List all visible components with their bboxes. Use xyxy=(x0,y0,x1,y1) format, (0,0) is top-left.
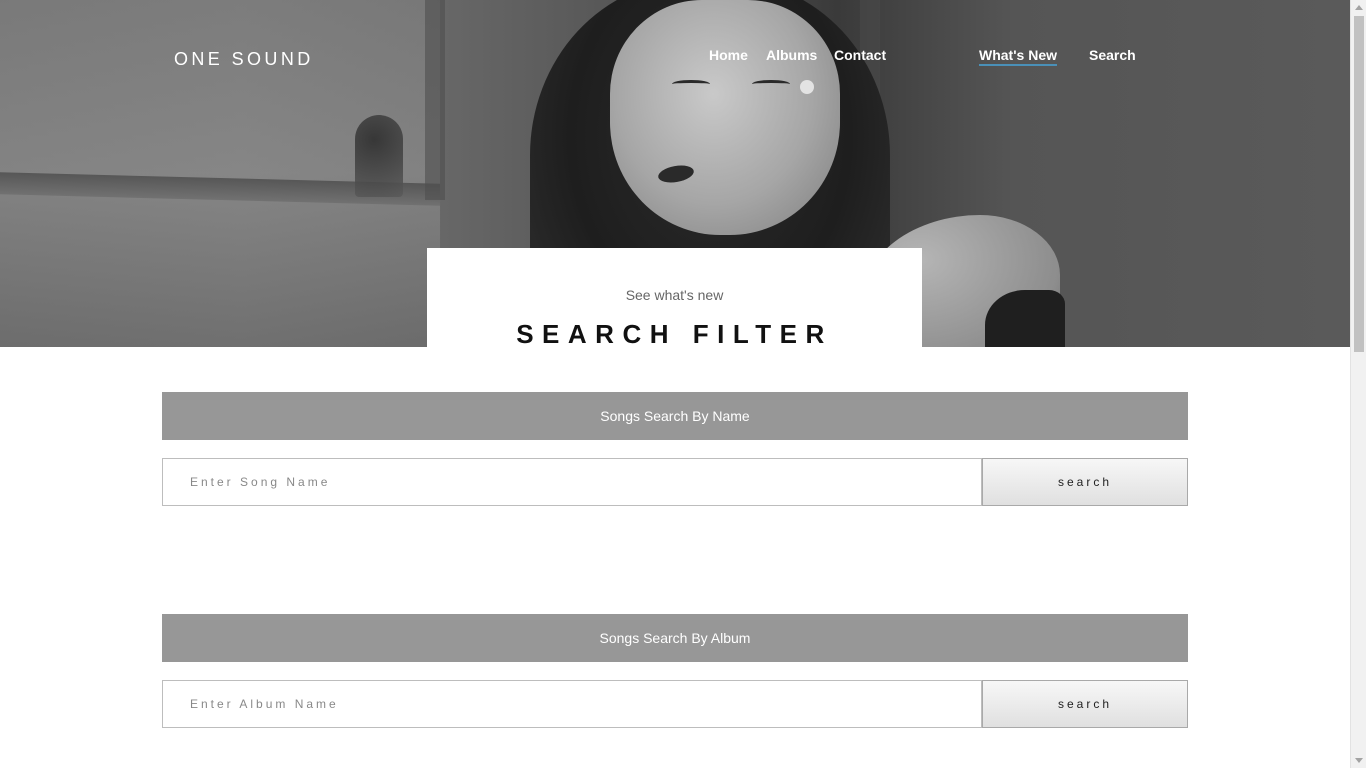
title-card: See what's new SEARCH FILTER xyxy=(427,248,922,349)
album-search-heading: Songs Search By Album xyxy=(162,614,1188,662)
song-search-heading: Songs Search By Name xyxy=(162,392,1188,440)
lamp-shape xyxy=(355,115,403,197)
song-search-button[interactable]: search xyxy=(982,458,1188,506)
nav-home[interactable]: Home xyxy=(709,47,748,63)
song-name-input[interactable] xyxy=(162,458,982,506)
scroll-down-icon[interactable] xyxy=(1355,758,1363,763)
page: ONE SOUND Home Albums Contact What's New… xyxy=(0,0,1350,768)
album-search-button[interactable]: search xyxy=(982,680,1188,728)
nav-whats-new[interactable]: What's New xyxy=(979,47,1058,66)
page-title: SEARCH FILTER xyxy=(516,319,833,349)
scroll-up-icon[interactable] xyxy=(1355,5,1363,10)
nav-contact[interactable]: Contact xyxy=(834,47,886,63)
song-search-row: search xyxy=(162,458,1188,506)
album-name-input[interactable] xyxy=(162,680,982,728)
scrollbar-thumb[interactable] xyxy=(1354,16,1364,352)
album-search-row: search xyxy=(162,680,1188,728)
vertical-scrollbar[interactable] xyxy=(1350,0,1366,768)
page-kicker: See what's new xyxy=(625,287,724,303)
nav-albums[interactable]: Albums xyxy=(766,47,817,63)
nav-search[interactable]: Search xyxy=(1089,47,1136,63)
brand-logo[interactable]: ONE SOUND xyxy=(174,49,314,70)
